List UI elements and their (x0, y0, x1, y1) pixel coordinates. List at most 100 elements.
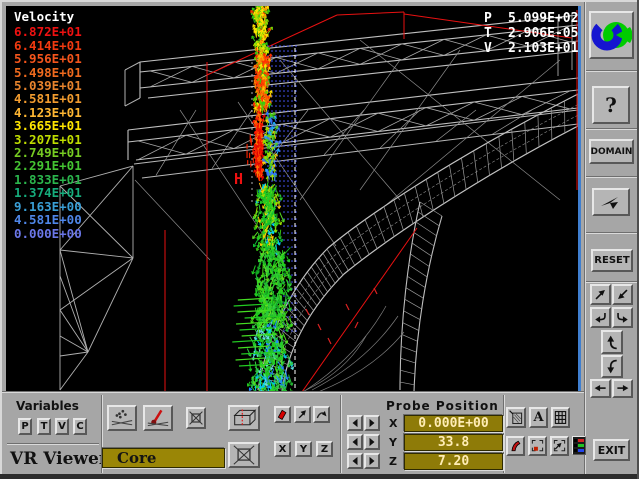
probe-readout: P5.099E+02 T2.906E-05 V2.103E+01 (484, 11, 578, 56)
grid-button[interactable] (551, 407, 570, 428)
arrow-up-right-icon (592, 286, 609, 303)
variable-p-button[interactable]: P (18, 418, 32, 435)
app-logo-button[interactable] (589, 11, 634, 59)
probe-y-decrement-button[interactable] (347, 434, 363, 450)
particles-icon (109, 407, 135, 429)
tilt-down-button[interactable] (601, 355, 623, 378)
triangle-right-icon (367, 418, 377, 428)
turn-down-arrow-icon (603, 357, 621, 377)
variable-label: T (41, 421, 48, 432)
probe-z-increment-button[interactable] (364, 453, 380, 469)
legend-title: Velocity (14, 10, 82, 23)
probe-z-field[interactable]: 7.20 (404, 453, 503, 470)
arrow-right-icon (614, 381, 631, 396)
readout-row-v: V2.103E+01 (484, 41, 578, 56)
vr-viewer-window: H Velocity 6.872E+016.414E+015.956E+015.… (0, 0, 639, 479)
probe-y-value: 33.8 (438, 435, 469, 450)
rotate-left-button[interactable] (590, 307, 611, 328)
triangle-right-icon (367, 437, 377, 447)
variables-groove (7, 443, 99, 445)
viewport-3d[interactable]: H Velocity 6.872E+016.414E+015.956E+015.… (6, 6, 578, 391)
probe-x-field[interactable]: 0.000E+00 (404, 415, 503, 432)
color-scale-button[interactable] (572, 436, 586, 455)
probe-y-label: Y (389, 436, 397, 449)
reset-button[interactable]: RESET (591, 249, 633, 272)
readout-label: V (484, 41, 508, 56)
axis-label: Y (300, 444, 307, 455)
legend-entry: 3.665E+01 (14, 119, 82, 132)
readout-label: T (484, 26, 508, 41)
rotate-right-button[interactable] (612, 307, 633, 328)
domain-button[interactable]: DOMAIN (589, 139, 634, 164)
zoom-box-button[interactable] (528, 436, 547, 456)
triangle-right-icon (367, 456, 377, 466)
legend-entry: 5.498E+01 (14, 66, 82, 79)
rotate-ne-button[interactable] (590, 284, 611, 305)
variable-v-button[interactable]: V (55, 418, 69, 435)
clip-box-button[interactable] (186, 407, 206, 429)
annotation-button[interactable]: A (529, 407, 548, 428)
probe-y-increment-button[interactable] (364, 434, 380, 450)
arrow-up-right-icon (296, 407, 309, 422)
legend-entry: 1.833E+01 (14, 173, 82, 186)
triangle-left-icon (350, 418, 360, 428)
streamline-button[interactable] (313, 406, 330, 423)
variables-title: Variables (16, 399, 79, 413)
cutting-plane-button[interactable] (274, 406, 291, 423)
vector-arrow-button[interactable] (294, 406, 311, 423)
snapshot-page-icon (508, 409, 524, 426)
probe-x-decrement-button[interactable] (347, 415, 363, 431)
legend-entry: 2.291E+01 (14, 159, 82, 172)
window-edge-left (0, 0, 2, 479)
legend-entry: 6.872E+01 (14, 25, 82, 38)
variable-t-button[interactable]: T (37, 418, 51, 435)
variable-c-button[interactable]: C (73, 418, 87, 435)
ribbon-button[interactable] (506, 436, 525, 456)
tilt-up-button[interactable] (601, 330, 623, 354)
h-marker: H (234, 170, 243, 188)
domain-label: DOMAIN (591, 147, 633, 157)
particle-trace-button[interactable] (107, 405, 137, 431)
pan-right-button[interactable] (612, 379, 633, 398)
clip-box-large-button[interactable] (228, 442, 260, 468)
turn-up-arrow-icon (603, 332, 621, 352)
probe-y-field[interactable]: 33.8 (404, 434, 503, 451)
pan-box-button[interactable] (550, 436, 569, 456)
core-select[interactable]: Core (102, 448, 225, 468)
app-title: VR Viewer (10, 449, 108, 469)
snapshot-button[interactable] (506, 407, 526, 428)
triangle-left-icon (350, 456, 360, 466)
axis-y-button[interactable]: Y (295, 441, 312, 457)
legend-entry: 9.163E+00 (14, 200, 82, 213)
legend-entries: 6.872E+016.414E+015.956E+015.498E+015.03… (14, 25, 82, 240)
panel-divider (340, 395, 342, 473)
sidebar-groove (586, 128, 639, 130)
readout-value: 2.906E-05 (508, 26, 578, 41)
legend-entry: 1.374E+01 (14, 186, 82, 199)
reset-label: RESET (594, 255, 629, 266)
legend-entry: 4.123E+01 (14, 106, 82, 119)
sidebar-groove (586, 232, 639, 234)
panel-top-groove (0, 391, 584, 393)
probe-x-label: X (389, 417, 397, 430)
probe-x-increment-button[interactable] (364, 415, 380, 431)
probe-thermometer-button[interactable] (143, 405, 173, 431)
help-button[interactable]: ? (592, 86, 630, 124)
thermometer-icon (145, 407, 171, 429)
exit-button[interactable]: EXIT (593, 439, 630, 461)
axis-z-button[interactable]: Z (316, 441, 333, 457)
probe-z-decrement-button[interactable] (347, 453, 363, 469)
legend-entry: 5.956E+01 (14, 52, 82, 65)
readout-value: 2.103E+01 (508, 41, 578, 56)
axis-x-button[interactable]: X (274, 441, 291, 457)
triangle-left-icon (350, 437, 360, 447)
clip-box-icon (230, 444, 258, 466)
probe-position-title: Probe Position (386, 399, 499, 413)
rotate-sw-button[interactable] (612, 284, 633, 305)
sidebar-groove (586, 176, 639, 178)
pan-left-button[interactable] (590, 379, 611, 398)
cut-plane-box-button[interactable] (228, 405, 260, 431)
pan-box-icon (552, 438, 567, 454)
pointer-button[interactable] (592, 188, 630, 216)
legend-entry: 2.749E+01 (14, 146, 82, 159)
